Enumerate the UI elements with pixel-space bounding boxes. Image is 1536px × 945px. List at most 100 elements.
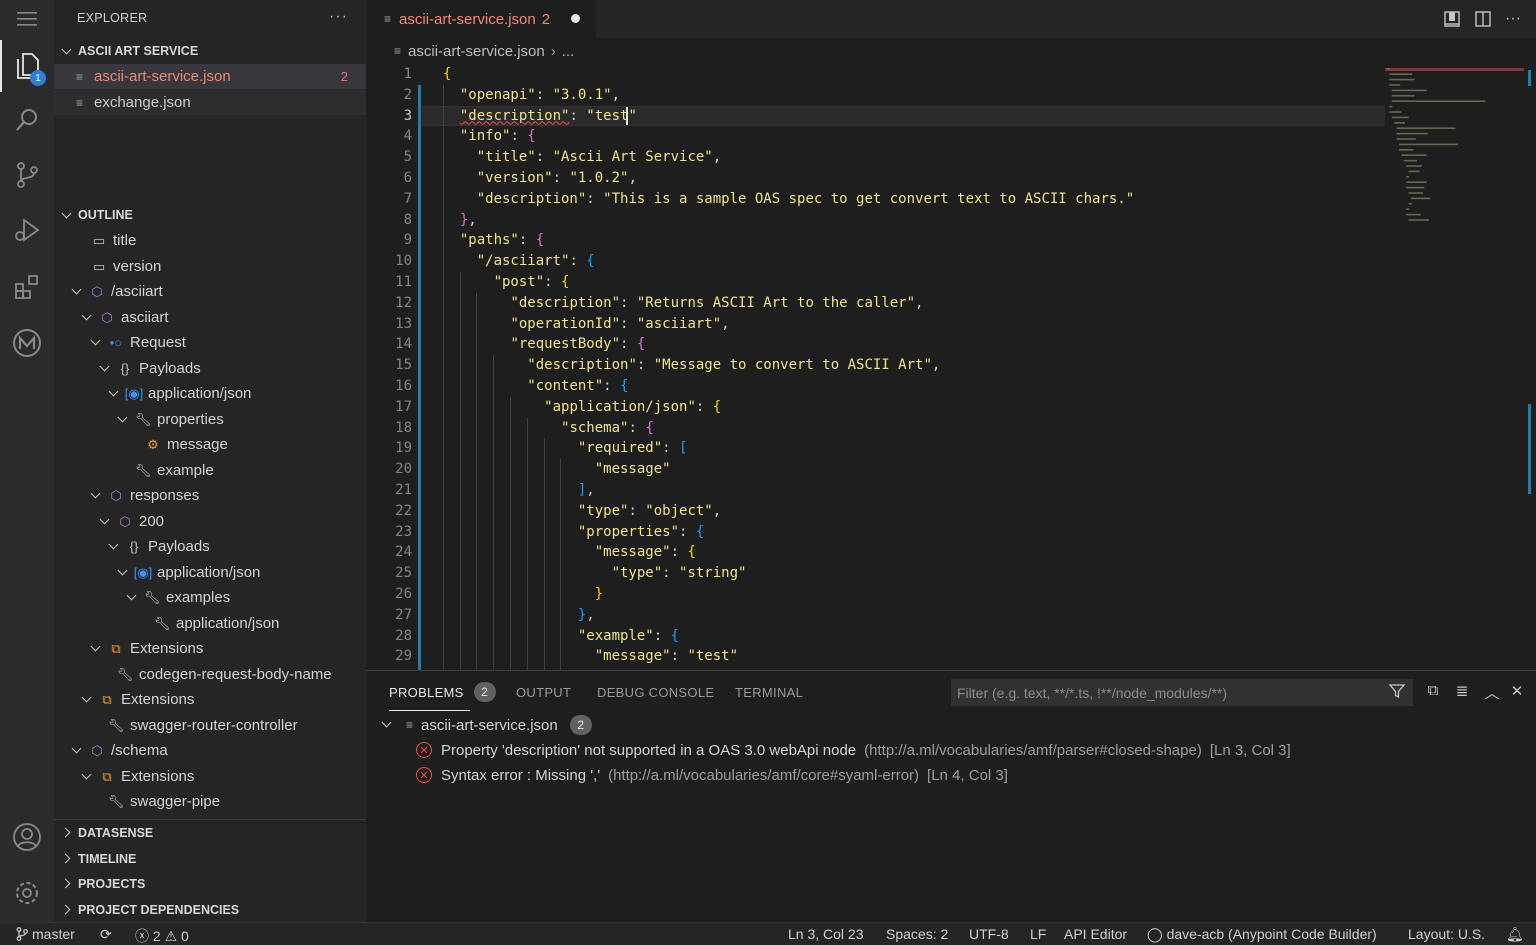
outline-item[interactable]: ⧉ Extensions xyxy=(54,764,366,790)
notifications-bell-icon[interactable]: 🔔︎ xyxy=(1506,926,1524,943)
code-line[interactable]: "example": { xyxy=(443,626,679,647)
more-actions-icon[interactable]: ··· xyxy=(1501,7,1525,31)
section-projects[interactable]: PROJECTS xyxy=(54,871,366,896)
code-line[interactable]: "type": "string" xyxy=(443,563,747,584)
source-control-icon[interactable] xyxy=(0,150,54,200)
code-line[interactable]: "title": "Ascii Art Service", xyxy=(443,147,721,168)
code-line[interactable]: "properties": { xyxy=(443,522,704,543)
code-line[interactable]: }, xyxy=(443,605,595,626)
problem-item[interactable]: ✕ Property 'description' not supported i… xyxy=(416,738,1291,762)
code-line[interactable]: { xyxy=(443,64,451,85)
problems-filter-input[interactable]: Filter (e.g. text, **/*.ts, !**/node_mod… xyxy=(951,679,1413,706)
split-editor-icon[interactable] xyxy=(1471,7,1495,31)
breadcrumb-file[interactable]: ascii-art-service.json xyxy=(408,43,545,60)
outline-item[interactable]: 🔧︎ properties xyxy=(54,407,366,433)
tab-output[interactable]: OUTPUT xyxy=(516,681,571,703)
code-line[interactable]: "application/json": { xyxy=(443,397,721,418)
indentation[interactable]: Spaces: 2 xyxy=(886,926,948,942)
account-indicator[interactable]: ◯ dave-acb (Anypoint Code Builder) xyxy=(1147,926,1377,943)
outline-item[interactable]: [◉] application/json xyxy=(54,381,366,407)
language-mode[interactable]: API Editor xyxy=(1064,926,1127,942)
encoding[interactable]: UTF-8 xyxy=(969,926,1009,942)
outline-item[interactable]: 🔧︎ swagger-pipe xyxy=(54,789,366,815)
run-debug-icon[interactable] xyxy=(0,205,54,255)
outline-item[interactable]: {} Payloads xyxy=(54,534,366,560)
open-preview-icon[interactable] xyxy=(1440,7,1464,31)
code-line[interactable]: "type": "object", xyxy=(443,501,721,522)
problem-file-row[interactable]: ≡ ascii-art-service.json 2 xyxy=(380,713,592,737)
view-as-list-icon[interactable]: ≣ xyxy=(1452,682,1472,700)
minimap[interactable] xyxy=(1385,64,1525,234)
code-line[interactable]: "required": [ xyxy=(443,438,688,459)
code-line[interactable]: "post": { xyxy=(443,272,570,293)
maximize-panel-icon[interactable]: ︿ xyxy=(1482,682,1502,703)
mulesoft-icon[interactable] xyxy=(0,318,54,368)
code-line[interactable]: "info": { xyxy=(443,126,536,147)
search-icon[interactable] xyxy=(0,95,54,145)
code-line[interactable]: }, xyxy=(443,210,477,231)
outline-item[interactable]: 🔧︎ examples xyxy=(54,585,366,611)
code-line[interactable]: "description": "test" xyxy=(443,106,637,127)
code-line[interactable]: "message": { xyxy=(443,542,696,563)
tab-debug-console[interactable]: DEBUG CONSOLE xyxy=(597,681,714,703)
outline-section-header[interactable]: OUTLINE xyxy=(54,203,366,227)
code-line[interactable]: "message": "test" xyxy=(443,646,738,667)
code-line[interactable]: "openapi": "3.0.1", xyxy=(443,85,620,106)
code-line[interactable]: "message" xyxy=(443,459,671,480)
branch-indicator[interactable]: master xyxy=(16,926,75,942)
problem-item[interactable]: ✕ Syntax error : Missing ',' (http://a.m… xyxy=(416,763,1008,787)
outline-item[interactable]: 🔧︎ application/json xyxy=(54,611,366,637)
outline-item[interactable]: 🔧︎ swagger-router-controller xyxy=(54,713,366,739)
end-of-line[interactable]: LF xyxy=(1030,926,1046,942)
code-line[interactable]: "description": "This is a sample OAS spe… xyxy=(443,189,1134,210)
more-actions-icon[interactable]: ··· xyxy=(329,8,348,26)
code-line[interactable]: "schema": { xyxy=(443,418,654,439)
editor-scrollbar[interactable] xyxy=(1524,64,1536,670)
section-timeline[interactable]: TIMELINE xyxy=(54,846,366,871)
problems-indicator[interactable]: ⓧ 2 ⚠ 0 xyxy=(135,926,189,945)
code-line[interactable]: "description": "Message to convert to AS… xyxy=(443,355,940,376)
file-item-ascii-art-service[interactable]: ≡ ascii-art-service.json 2 xyxy=(54,64,366,89)
tab-terminal[interactable]: TERMINAL xyxy=(735,681,803,703)
code-line[interactable]: "operationId": "asciiart", xyxy=(443,314,729,335)
sync-icon[interactable]: ⟳ xyxy=(100,926,112,943)
outline-item[interactable]: ⬡ 200 xyxy=(54,509,366,535)
section-datasense[interactable]: DATASENSE xyxy=(54,820,366,845)
outline-item[interactable]: {} Payloads xyxy=(54,356,366,382)
cursor-position[interactable]: Ln 3, Col 23 xyxy=(788,926,864,942)
code-editor[interactable]: 1 2 3 4 5 6 7 8 9 10 11 12 13 14 15 16 17 18 19 20 21 22 23 24 2… xyxy=(366,64,1536,670)
code-line[interactable]: "description": "Returns ASCII Art to the… xyxy=(443,293,923,314)
code-line[interactable]: "content": { xyxy=(443,376,628,397)
gear-icon[interactable] xyxy=(0,868,54,918)
code-line[interactable]: "version": "1.0.2", xyxy=(443,168,637,189)
outline-item[interactable]: 🔧︎ example xyxy=(54,458,366,484)
extensions-icon[interactable] xyxy=(0,262,54,312)
outline-item[interactable]: ▭ title xyxy=(54,228,366,254)
outline-item[interactable]: ⧉ Extensions xyxy=(54,687,366,713)
outline-item[interactable]: [◉] application/json xyxy=(54,560,366,586)
filter-icon[interactable] xyxy=(1388,683,1406,703)
file-item-exchange[interactable]: ≡ exchange.json xyxy=(54,90,366,115)
tab-problems[interactable]: PROBLEMS 2 xyxy=(389,681,496,711)
outline-item[interactable]: ⚙︎ message xyxy=(54,432,366,458)
code-line[interactable]: } xyxy=(443,584,603,605)
project-section-header[interactable]: ASCII ART SERVICE xyxy=(54,39,366,63)
collapse-all-icon[interactable]: ⧉ xyxy=(1423,682,1443,699)
account-icon[interactable] xyxy=(0,812,54,862)
outline-item[interactable]: 🔧︎ codegen-request-body-name xyxy=(54,662,366,688)
code-line[interactable]: "paths": { xyxy=(443,230,544,251)
outline-item[interactable]: ⬡ /asciiart xyxy=(54,279,366,305)
unsaved-dot-icon[interactable] xyxy=(571,14,580,23)
outline-item[interactable]: ⬡ asciiart xyxy=(54,305,366,331)
keyboard-layout[interactable]: Layout: U.S. xyxy=(1408,926,1485,942)
code-line[interactable]: "requestBody": { xyxy=(443,334,645,355)
breadcrumb-rest[interactable]: ... xyxy=(562,43,575,60)
section-project-dependencies[interactable]: PROJECT DEPENDENCIES xyxy=(54,897,366,922)
outline-item[interactable]: ▭ version xyxy=(54,254,366,280)
menu-icon[interactable] xyxy=(0,0,54,38)
outline-item[interactable]: •○ Request xyxy=(54,330,366,356)
outline-item[interactable]: ⬡ responses xyxy=(54,483,366,509)
tab-ascii-art-service[interactable]: ≡ ascii-art-service.json 2 xyxy=(366,0,596,38)
code-line[interactable]: ], xyxy=(443,480,595,501)
files-icon[interactable]: 1 xyxy=(0,40,54,92)
